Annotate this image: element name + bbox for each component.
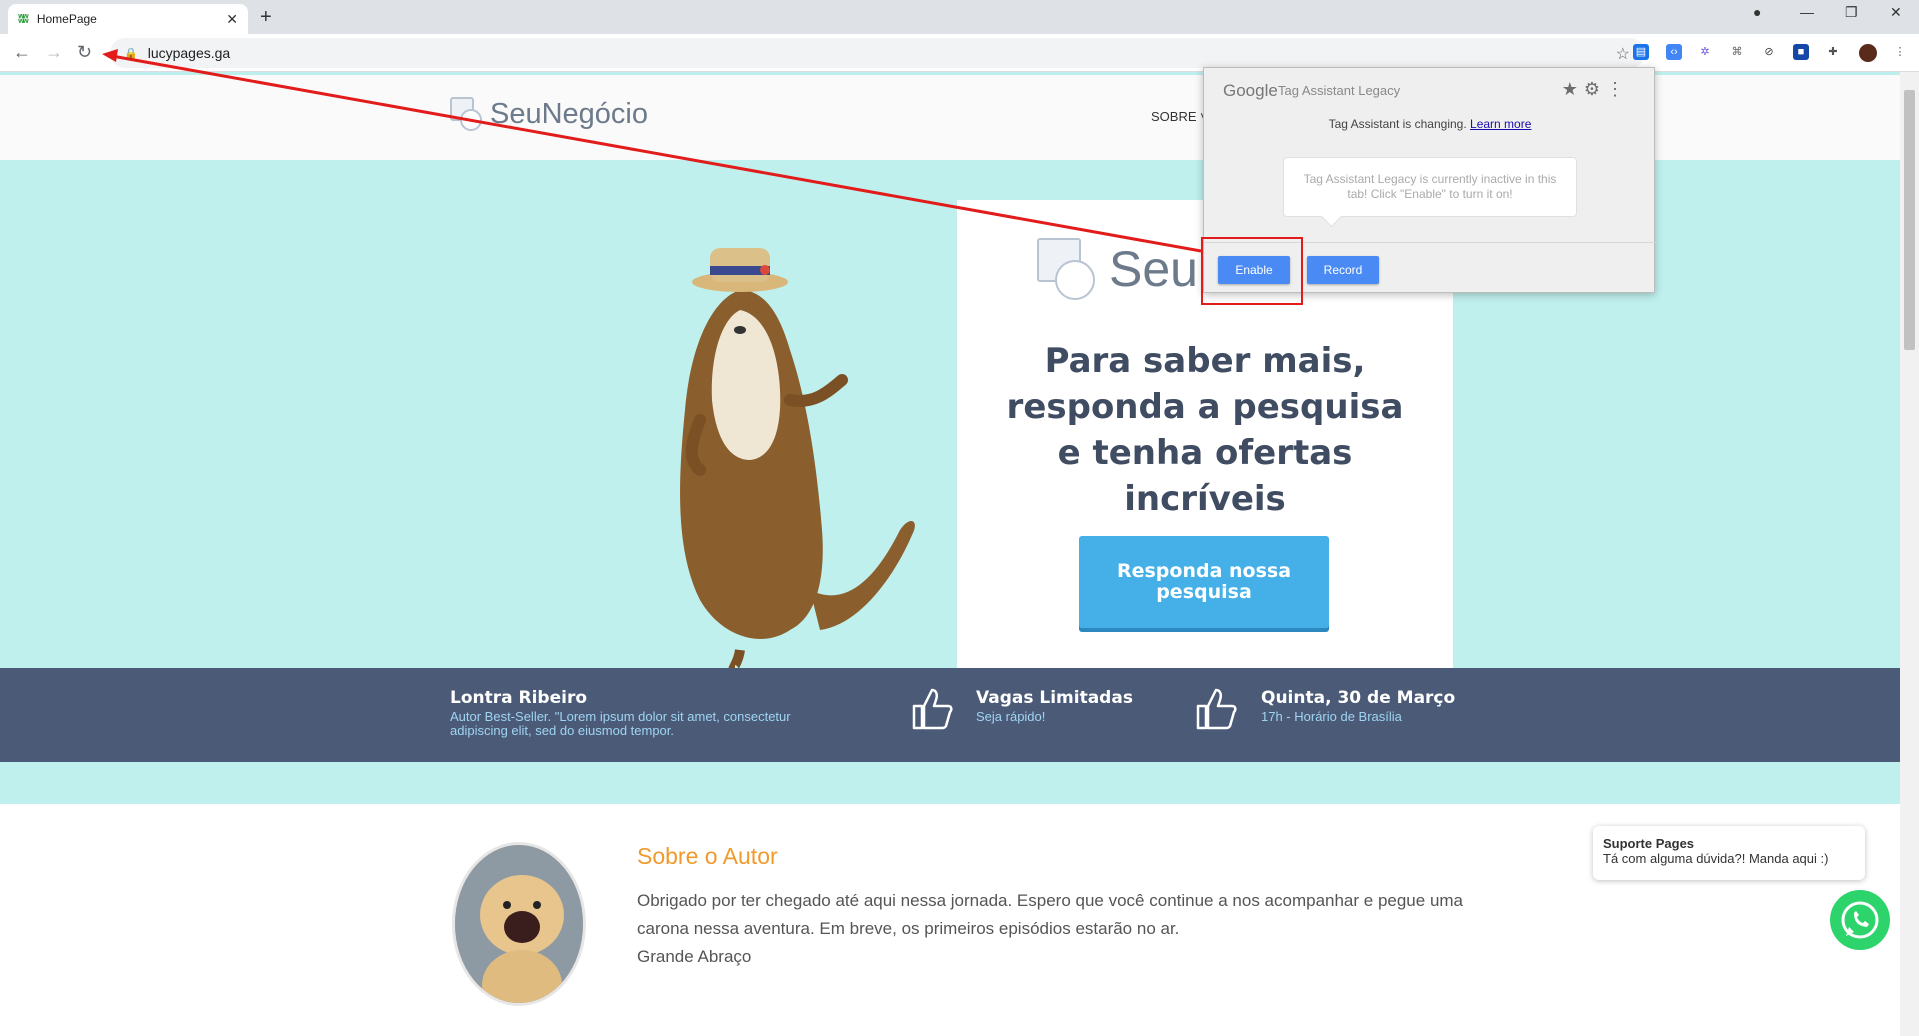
browser-tab-strip: ʬʬ HomePage ✕ + ● — ❐ ✕ [0,0,1919,34]
card-logo-text: Seu [1109,241,1198,297]
new-tab-button[interactable]: + [260,6,272,29]
red-extension-icon[interactable]: ■ [1793,44,1809,60]
url-text: lucypages.ga [147,45,231,61]
author-photo [452,842,586,1006]
page-scrollbar-thumb[interactable] [1904,90,1915,350]
restore-icon[interactable]: ❐ [1845,4,1858,21]
tab-close-icon[interactable]: ✕ [226,11,238,28]
info-author: Lontra Ribeiro Autor Best-Seller. "Lorem… [450,688,850,738]
bookmark-star-icon[interactable]: ☆ [1616,44,1630,64]
info-author-subtitle: Autor Best-Seller. "Lorem ipsum dolor si… [450,709,791,738]
gear-extension-icon[interactable]: ✲ [1697,44,1713,60]
info-author-title: Lontra Ribeiro [450,688,588,708]
minimize-icon[interactable]: — [1800,4,1814,20]
info-vagas: Vagas Limitadas Seja rápido! [976,688,1216,724]
code-extension-icon[interactable]: ‹› [1666,44,1682,60]
support-title: Suporte Pages [1603,836,1695,851]
card-logo-mark-icon [1037,238,1099,300]
about-paragraph: Obrigado por ter chegado até aqui nessa … [637,891,1464,938]
logo-text: SeuNegócio [490,97,648,130]
info-vagas-subtitle: Seja rápido! [976,709,1046,724]
nav-sobre-link[interactable]: SOBRE ˅ [1151,109,1208,124]
close-window-icon[interactable]: ✕ [1890,4,1902,21]
support-chat-bubble[interactable]: Suporte Pages Tá com alguma dúvida?! Man… [1593,826,1865,880]
hero-bottom-strip [0,762,1900,804]
info-date-subtitle: 17h - Horário de Brasília [1261,709,1402,724]
block-extension-icon[interactable]: ⊘ [1761,44,1777,60]
site-logo[interactable]: SeuNegócio [450,97,648,131]
popup-action-icons[interactable]: ★⚙⋮ [1562,79,1630,100]
whatsapp-icon[interactable] [1830,890,1890,950]
popup-title: Tag Assistant Legacy [1278,83,1401,98]
site-favicon-icon: ʬʬ [18,12,29,26]
tab-search-icon[interactable]: ● [1753,4,1761,20]
reload-icon[interactable]: ↻ [77,42,92,63]
extensions-puzzle-icon[interactable]: ✚ [1825,44,1841,60]
thumbs-up-icon [912,688,953,730]
survey-cta-button[interactable]: Responda nossa pesquisa [1079,536,1329,628]
info-band: Lontra Ribeiro Autor Best-Seller. "Lorem… [0,668,1900,762]
inactive-message-bubble: Tag Assistant Legacy is currently inacti… [1283,157,1577,217]
about-text: Obrigado por ter chegado até aqui nessa … [637,887,1467,971]
popup-changing-notice: Tag Assistant is changing. Learn more [1204,117,1656,131]
tab-title: HomePage [36,12,97,26]
changing-text: Tag Assistant is changing. [1328,117,1467,131]
card-logo: Seu [1037,238,1198,300]
info-date-title: Quinta, 30 de Março [1261,688,1456,708]
about-signoff: Grande Abraço [637,947,752,966]
info-date: Quinta, 30 de Março 17h - Horário de Bra… [1261,688,1521,724]
record-button[interactable]: Record [1307,256,1379,284]
address-bar[interactable]: 🔒 lucypages.ga ☆ [110,38,1645,68]
lock-icon: 🔒 [124,47,138,60]
browser-tab[interactable]: ʬʬ HomePage ✕ [8,4,248,34]
back-icon[interactable]: ← [13,42,31,63]
info-vagas-title: Vagas Limitadas [976,688,1133,708]
profile-avatar[interactable] [1857,42,1879,64]
forward-icon[interactable]: → [45,42,63,63]
about-title: Sobre o Autor [637,843,778,869]
google-brand: Google [1223,81,1278,100]
otter-illustration [680,248,915,670]
chrome-menu-icon[interactable]: ⋮ [1892,44,1908,60]
tag-assistant-extension-icon[interactable]: ▤ [1633,44,1649,60]
support-message: Tá com alguma dúvida?! Manda aqui :) [1603,851,1829,866]
tag-extension-icon[interactable]: ⌘ [1729,44,1745,60]
learn-more-link[interactable]: Learn more [1470,117,1531,131]
logo-mark-icon [450,97,484,131]
survey-headline: Para saber mais, responda a pesquisa e t… [1006,341,1404,519]
annotation-highlight-box [1201,237,1303,305]
thumbs-up-icon [1196,688,1237,730]
